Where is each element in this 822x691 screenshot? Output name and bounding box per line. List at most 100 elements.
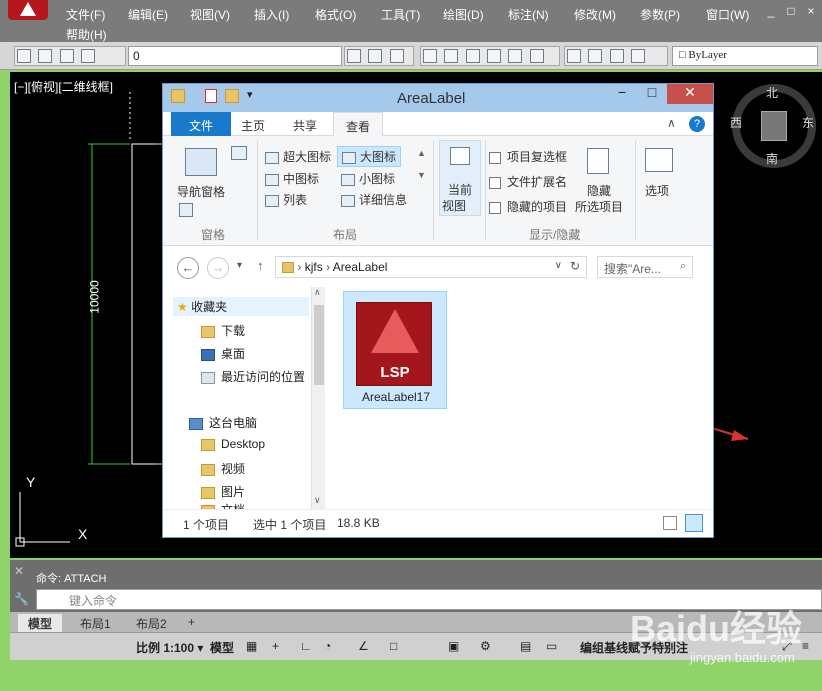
layer-tool-a-icon[interactable]	[423, 49, 437, 63]
menu-edit[interactable]: 编辑(E)	[128, 6, 168, 23]
restore-icon[interactable]: □	[784, 4, 798, 18]
wrench-icon[interactable]: 🔧	[14, 592, 29, 606]
menu-modify[interactable]: 修改(M)	[574, 6, 616, 23]
options-icon[interactable]	[645, 148, 673, 172]
back-icon[interactable]: ←	[177, 257, 199, 279]
add-tab-button[interactable]: +	[178, 614, 205, 632]
osnap-icon[interactable]: ∠	[358, 639, 369, 653]
snap-icon[interactable]: +	[272, 639, 279, 653]
navigation-pane-icon[interactable]	[185, 148, 217, 176]
nav-favorites[interactable]: ★ 收藏夹	[173, 297, 309, 316]
layer-tool-d-icon[interactable]	[487, 49, 502, 63]
tab-file[interactable]: 文件	[171, 112, 231, 136]
file-list[interactable]: LSP AreaLabel17	[325, 287, 713, 509]
layout-scroll-up-icon[interactable]: ▲	[417, 148, 426, 158]
menu-tools[interactable]: 工具(T)	[381, 6, 420, 23]
layer-select[interactable]: 0	[128, 46, 342, 66]
customize-icon[interactable]: ≡	[802, 639, 809, 653]
menu-insert[interactable]: 插入(I)	[254, 6, 289, 23]
nav-videos[interactable]: 视频	[201, 460, 245, 477]
model-space-button[interactable]: 模型	[210, 639, 234, 656]
dynamic-ucs-icon[interactable]: □	[390, 639, 397, 653]
tab-home[interactable]: 主页	[229, 112, 277, 136]
compass-east[interactable]: 东	[802, 114, 814, 131]
tab-view[interactable]: 查看	[333, 112, 384, 136]
recent-locations-icon[interactable]: ▾	[237, 260, 242, 271]
tab-layout2[interactable]: 布局2	[126, 614, 177, 632]
menu-format[interactable]: 格式(O)	[315, 6, 356, 23]
options-label[interactable]: 选项	[645, 182, 669, 199]
minimize-icon[interactable]: _	[764, 4, 778, 18]
preview-pane-icon[interactable]	[231, 146, 247, 160]
menu-parameter[interactable]: 参数(P)	[640, 6, 680, 23]
new-folder-icon[interactable]	[225, 89, 239, 103]
compass-west[interactable]: 西	[730, 114, 742, 131]
nav-downloads[interactable]: 下载	[201, 322, 245, 339]
annotation-scale[interactable]: 比例 1:100 ▾	[136, 639, 203, 656]
search-input[interactable]: 搜索"Are... ⌕	[597, 256, 693, 278]
menu-draw[interactable]: 绘图(D)	[443, 6, 484, 23]
layer-tool-b-icon[interactable]	[444, 49, 459, 63]
ortho-icon[interactable]: ∟	[300, 639, 312, 653]
search-icon[interactable]: ⌕	[680, 260, 686, 273]
tab-share[interactable]: 共享	[281, 112, 329, 136]
nav-scrollbar[interactable]: ∧ ∨	[311, 287, 325, 509]
layout-list[interactable]: 列表	[265, 191, 307, 208]
file-extensions[interactable]: 文件扩展名	[489, 173, 567, 190]
autocad-logo-icon[interactable]	[8, 0, 48, 20]
collapse-ribbon-icon[interactable]: ∧	[667, 116, 676, 130]
menu-window[interactable]: 窗口(W)	[706, 6, 749, 23]
item-checkboxes-checkbox[interactable]	[489, 151, 501, 164]
file-item[interactable]: LSP AreaLabel17	[343, 291, 447, 409]
hidden-items-checkbox[interactable]	[489, 201, 501, 214]
file-extensions-checkbox[interactable]	[489, 176, 501, 189]
layout-small[interactable]: 小图标	[341, 170, 395, 187]
compass-north[interactable]: 北	[766, 84, 778, 101]
menu-file[interactable]: 文件(F)	[66, 6, 105, 23]
layer-manager-icon[interactable]	[17, 49, 31, 63]
large-icons-view-icon[interactable]	[685, 514, 703, 532]
layer-prev-icon[interactable]	[368, 49, 383, 63]
sun-icon[interactable]	[59, 49, 74, 63]
help-icon[interactable]: ?	[689, 116, 705, 132]
nav-this-pc[interactable]: 这台电脑	[189, 414, 257, 431]
nav-desktop[interactable]: 桌面	[201, 345, 245, 362]
layout-large[interactable]: 大图标	[337, 146, 402, 167]
menu-help[interactable]: 帮助(H)	[66, 26, 107, 43]
address-dropdown-icon[interactable]: ∨	[555, 260, 562, 271]
properties-icon[interactable]	[205, 89, 217, 103]
grid-icon[interactable]: ▦	[246, 639, 257, 653]
layout-medium[interactable]: 中图标	[265, 170, 319, 187]
viewcube[interactable]: 北 南 东 西	[730, 84, 816, 168]
layer-tool-h-icon[interactable]	[588, 49, 603, 63]
nav-documents[interactable]: 文档	[201, 501, 245, 509]
hidden-items[interactable]: 隐藏的项目	[489, 198, 567, 215]
up-icon[interactable]: ↑	[257, 258, 264, 273]
breadcrumb-arealabel[interactable]: AreaLabel	[333, 260, 388, 274]
hide-selected-label-1[interactable]: 隐藏	[587, 182, 611, 199]
layer-tool-c-icon[interactable]	[465, 49, 480, 63]
menu-view[interactable]: 视图(V)	[190, 6, 230, 23]
address-input[interactable]: › kjfs › AreaLabel ∨ ↻	[275, 256, 587, 278]
menu-dimension[interactable]: 标注(N)	[508, 6, 549, 23]
breadcrumb-kjfs[interactable]: kjfs	[305, 260, 323, 274]
close-icon[interactable]: ✕	[14, 564, 24, 578]
tab-model[interactable]: 模型	[18, 614, 63, 632]
layout-scroll-down-icon[interactable]: ▼	[417, 170, 426, 180]
compass-south[interactable]: 南	[766, 150, 778, 167]
hide-selected-label-2[interactable]: 所选项目	[575, 198, 623, 215]
lock-icon[interactable]	[81, 49, 96, 63]
hide-selected-icon[interactable]	[587, 148, 609, 174]
layer-tool-i-icon[interactable]	[609, 49, 624, 63]
close-icon[interactable]: ×	[804, 4, 818, 18]
layer-state-icon[interactable]	[347, 49, 361, 63]
nav-pictures[interactable]: 图片	[201, 483, 245, 500]
gear-icon[interactable]: ⚙	[480, 639, 491, 653]
layer-tool-f-icon[interactable]	[529, 49, 544, 63]
layer-match-icon[interactable]	[389, 49, 404, 63]
nav-desktop-pc[interactable]: Desktop	[201, 437, 265, 451]
layout-details[interactable]: 详细信息	[341, 191, 407, 208]
scrollbar-thumb[interactable]	[314, 305, 324, 385]
polar-icon[interactable]: ◔	[324, 639, 331, 653]
details-pane-icon[interactable]	[179, 203, 193, 217]
